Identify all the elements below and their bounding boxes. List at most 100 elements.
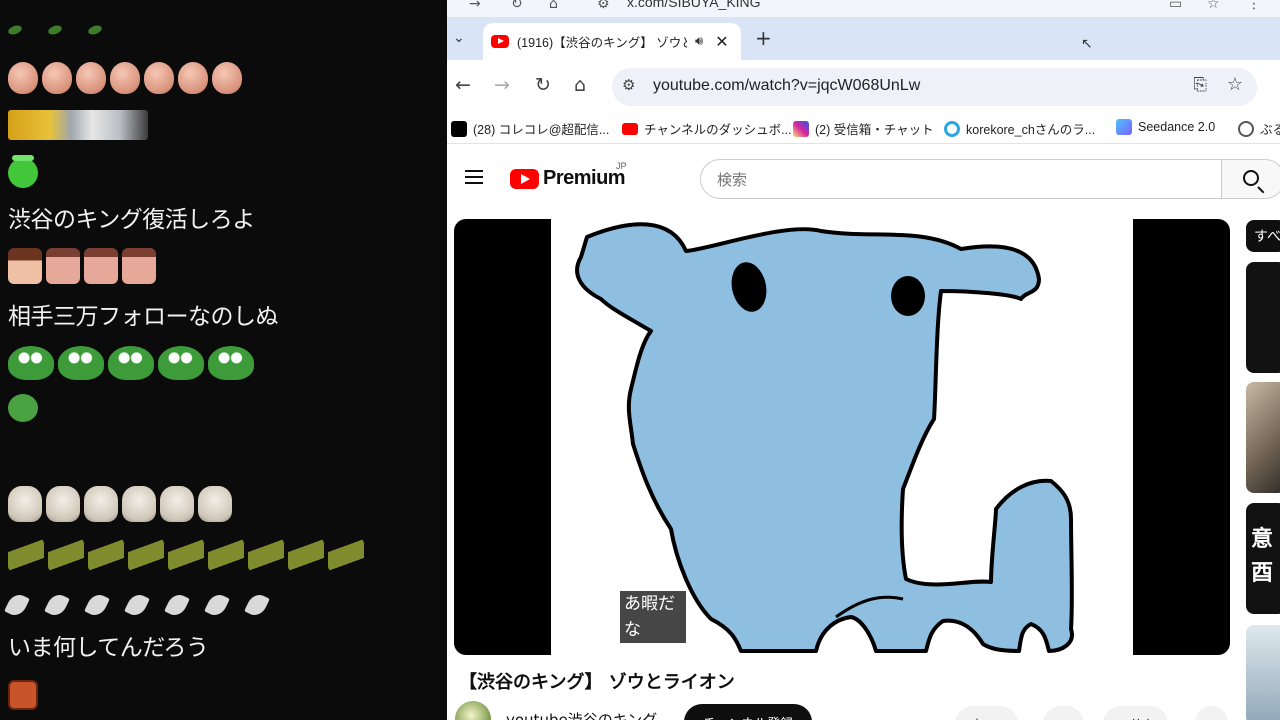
filter-chip-all[interactable]: すべ (1246, 220, 1280, 252)
bald-head-emote (76, 62, 106, 94)
like-button[interactable]: 👍︎ 273 (955, 706, 1018, 720)
pepe-frog-emote (8, 394, 38, 422)
bookmark-label: (2) 受信箱・チャット (815, 123, 934, 137)
hamburger-menu-icon[interactable] (465, 170, 483, 184)
pepe-frog-emote (158, 346, 204, 380)
tab-search-icon[interactable]: ⌄ (453, 30, 465, 46)
speaker-icon[interactable]: 🔊︎ (695, 34, 703, 49)
back-button[interactable]: ← (455, 74, 471, 96)
tiny-green-emote (87, 23, 103, 37)
chat-emote-row (8, 248, 160, 284)
elephant-drawing (575, 222, 1074, 653)
home-icon: ⌂ (549, 0, 558, 12)
chat-overlay: 渋谷のキング復活しろよ 相手三万フォローなのしぬ いま何してんだろう (0, 0, 447, 720)
bookmark-item[interactable]: korekore_chさんのラ... (944, 119, 1095, 138)
bald-head-emote (42, 62, 72, 94)
subscribe-button[interactable]: チャンネル登録 (684, 704, 812, 720)
home-button[interactable]: ⌂ (574, 74, 586, 96)
related-video-thumbnail[interactable] (1246, 262, 1280, 373)
cat-emote (160, 486, 194, 522)
bookmark-item[interactable]: (28) コレコレ@超配信... (451, 119, 609, 138)
dancing-man-emote (208, 538, 244, 572)
pepe-frog-emote (208, 346, 254, 380)
youtube-studio-icon (622, 122, 638, 135)
channel-name[interactable]: youtube渋谷のキング (506, 709, 657, 720)
banner-emote (8, 110, 148, 140)
more-icon: ⋯ (1205, 716, 1218, 720)
site-info-icon[interactable]: ⚙ (622, 76, 635, 94)
cat-emote (8, 486, 42, 522)
youtube-play-icon (510, 168, 539, 189)
instagram-icon (793, 120, 809, 137)
address-bar[interactable]: ⚙ youtube.com/watch?v=jqcW068UnLw ⎘ ☆ (612, 68, 1257, 106)
feather-emote (84, 591, 110, 619)
dancing-man-emote (168, 538, 204, 572)
forward-icon: → (469, 0, 481, 12)
more-actions-button[interactable]: ⋯ (1195, 706, 1228, 720)
elephant-eye-right (891, 276, 925, 316)
chat-emote-row (8, 394, 42, 422)
bookmark-label: ぶる (1260, 123, 1280, 137)
chat-message: 相手三万フォローなのしぬ (8, 297, 279, 331)
share-label: 共有 (1130, 715, 1156, 720)
close-tab-button[interactable]: ✕ (715, 32, 728, 51)
install-app-icon[interactable]: ⎘ (1193, 75, 1207, 95)
cursor-icon: ↖ (1081, 36, 1093, 52)
search-input[interactable]: 検索 (700, 159, 1222, 199)
youtube-header: Premium JP 検索 (447, 145, 1280, 211)
tab-youtube[interactable]: (1916)【渋谷のキング】 ゾウと 🔊︎ ✕ (483, 23, 741, 60)
chat-message-text: 相手三万フォローなのしぬ (8, 304, 279, 330)
cat-emote (198, 486, 232, 522)
share-button[interactable]: ➦ 共有 (1103, 706, 1168, 720)
share-icon: ➦ (1115, 716, 1130, 720)
youtube-logo[interactable]: Premium JP (510, 161, 627, 190)
chat-emote-row (8, 486, 236, 522)
bookmark-item[interactable]: ぶる (1238, 119, 1280, 138)
video-title: 【渋谷のキング】 ゾウとライオン (459, 672, 735, 693)
forward-button[interactable]: → (494, 74, 510, 96)
dancing-man-emote (8, 538, 44, 572)
related-video-thumbnail[interactable] (1246, 625, 1280, 720)
face-emote (8, 248, 42, 284)
reload-button[interactable]: ↻ (535, 74, 551, 96)
thumbs-up-icon: 👍︎ (967, 716, 984, 720)
feather-emote (164, 591, 190, 619)
youtube-favicon-icon (491, 35, 509, 48)
related-video-thumbnail[interactable] (1246, 382, 1280, 493)
thumbnail-text: 酉 (1251, 561, 1274, 586)
bookmark-item[interactable]: チャンネルのダッシュボ... (622, 119, 792, 138)
channel-avatar[interactable] (455, 701, 491, 720)
previous-window-strip: → ↻ ⌂ ⚙ x.com/SIBUYA_KING ▭ ☆ ⋮ (447, 0, 1280, 18)
bookmark-item[interactable]: Seedance 2.0 (1116, 119, 1215, 135)
search-button[interactable] (1221, 159, 1280, 199)
browser-window: → ↻ ⌂ ⚙ x.com/SIBUYA_KING ▭ ☆ ⋮ ⌄ (1916)… (447, 0, 1280, 720)
bald-head-emote (110, 62, 140, 94)
tiny-green-emote (47, 23, 63, 37)
dancing-man-emote (88, 538, 124, 572)
cat-emote (46, 486, 80, 522)
video-player[interactable]: あ暇だな (454, 219, 1230, 655)
chat-emote-row (8, 155, 42, 188)
bookmark-item[interactable]: (2) 受信箱・チャット (793, 119, 934, 138)
x-logo-icon (451, 120, 467, 137)
channel-info[interactable]: youtube渋谷のキング (455, 701, 657, 720)
bookmark-star-icon[interactable]: ☆ (1227, 74, 1243, 95)
dislike-button[interactable]: 👎︎ (1043, 706, 1085, 720)
dancing-man-emote (288, 538, 324, 572)
search-placeholder: 検索 (717, 170, 748, 189)
stream-site-icon (944, 120, 960, 137)
address-bar-url[interactable]: youtube.com/watch?v=jqcW068UnLw (653, 77, 920, 95)
face-emote (84, 248, 118, 284)
tab-bar: ⌄ (1916)【渋谷のキング】 ゾウと 🔊︎ ✕ + ↖ (447, 18, 1280, 60)
tiny-green-emote (7, 23, 23, 37)
dancing-man-emote (48, 538, 84, 572)
like-count: 273 (984, 717, 1006, 720)
chat-emote-row (8, 62, 246, 94)
green-ghost-emote (8, 155, 38, 188)
new-tab-button[interactable]: + (755, 26, 772, 50)
bookmark-label: korekore_chさんのラ... (966, 123, 1096, 137)
feather-emote (204, 591, 230, 619)
related-video-thumbnail[interactable]: 意 酉 (1246, 503, 1280, 614)
bald-head-emote (8, 62, 38, 94)
seedance-icon (1116, 119, 1132, 135)
